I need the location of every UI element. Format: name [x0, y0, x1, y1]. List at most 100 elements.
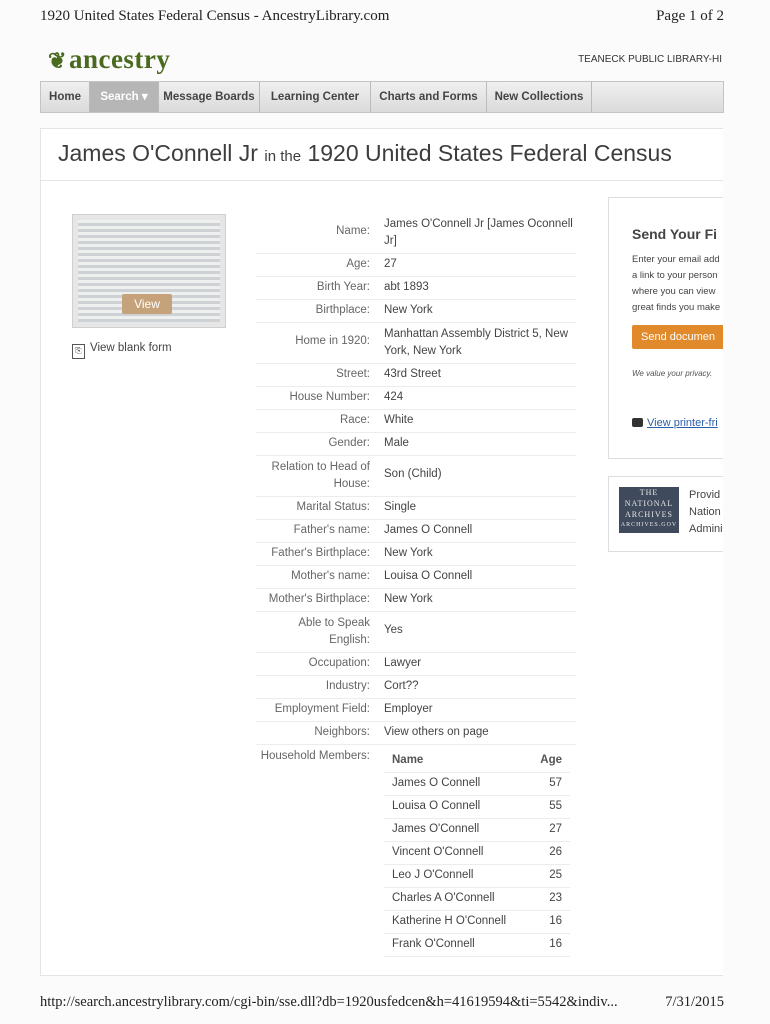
- member-name[interactable]: Katherine H O'Connell: [392, 915, 506, 927]
- send-to-email-panel: Send Your Fi Enter your email add a link…: [608, 197, 723, 459]
- field-value: Yes: [384, 624, 403, 636]
- nav-learning-center[interactable]: Learning Center: [260, 82, 371, 112]
- member-name[interactable]: James O'Connell: [392, 823, 479, 835]
- household-row[interactable]: James O Connell 57: [384, 773, 570, 796]
- national-archives-logo[interactable]: THE NATIONAL ARCHIVES ARCHIVES.GOV: [619, 487, 679, 533]
- nara-provider-panel: THE NATIONAL ARCHIVES ARCHIVES.GOV Provi…: [608, 476, 723, 552]
- member-age: 23: [549, 892, 562, 904]
- member-age: 16: [549, 938, 562, 950]
- member-name[interactable]: Louisa O Connell: [392, 800, 480, 812]
- send-document-button[interactable]: Send documen: [632, 325, 723, 349]
- field-value: Son (Child): [384, 468, 442, 480]
- field-value: abt 1893: [384, 281, 429, 293]
- member-age: 27: [549, 823, 562, 835]
- print-header: 1920 United States Federal Census - Ance…: [40, 8, 724, 25]
- household-row[interactable]: Frank O'Connell 16: [384, 934, 570, 957]
- view-blank-form-link[interactable]: ⎘ View blank form: [72, 342, 172, 359]
- field-value: Male: [384, 437, 409, 449]
- field-label: Employment Field:: [274, 703, 370, 715]
- field-value: Single: [384, 501, 416, 513]
- record-title: James O'Connell Jr in the 1920 United St…: [58, 140, 672, 167]
- household-col-name: Name: [392, 754, 424, 766]
- household-row[interactable]: Charles A O'Connell 23: [384, 888, 570, 911]
- nav-home[interactable]: Home: [41, 82, 90, 112]
- nara-logo-text: ARCHIVES: [624, 510, 673, 519]
- household-row[interactable]: Katherine H O'Connell 16: [384, 911, 570, 934]
- field-label: Neighbors:: [314, 726, 370, 738]
- household-table: Name Age James O Connell 57 Louisa O Conne…: [384, 750, 570, 957]
- nara-text: Provid: [689, 489, 721, 501]
- nav-charts-and-forms[interactable]: Charts and Forms: [371, 82, 487, 112]
- member-age: 16: [549, 915, 562, 927]
- send-panel-text: where you can view: [632, 286, 716, 297]
- field-label: Mother's Birthplace:: [268, 593, 370, 605]
- send-panel-text: a link to your person: [632, 270, 718, 281]
- field-value: Cort??: [384, 680, 419, 692]
- field-row-birthplace: Birthplace: New York: [256, 300, 576, 323]
- printer-link-label: View printer-fri: [647, 417, 718, 429]
- nara-text: Admini: [689, 523, 723, 535]
- field-row-race: Race: White: [256, 410, 576, 433]
- household-row[interactable]: James O'Connell 27: [384, 819, 570, 842]
- view-image-button[interactable]: View: [122, 294, 172, 314]
- member-name[interactable]: Leo J O'Connell: [392, 869, 473, 881]
- ancestry-logo[interactable]: ❦ancestry: [48, 44, 170, 75]
- member-name[interactable]: Vincent O'Connell: [392, 846, 483, 858]
- neighbors-link[interactable]: View others on page: [384, 726, 574, 738]
- field-value: Louisa O Connell: [384, 570, 473, 582]
- nara-logo-text: ARCHIVES.GOV: [620, 522, 678, 528]
- title-connector: in the: [264, 148, 302, 165]
- member-age: 57: [549, 777, 562, 789]
- field-row-speak-english: Able to Speak English: Yes: [256, 612, 576, 653]
- field-row-gender: Gender: Male: [256, 433, 576, 456]
- field-label: Marital Status:: [296, 501, 371, 513]
- field-row-name: Name: James O'Connell Jr [James Oconnell …: [256, 213, 576, 254]
- page-url: http://search.ancestrylibrary.com/cgi-bi…: [40, 994, 618, 1010]
- field-label: House Number:: [289, 391, 370, 403]
- page-number: Page 1 of 2: [656, 8, 724, 24]
- send-panel-title: Send Your Fi: [632, 226, 718, 242]
- print-title: 1920 United States Federal Census - Ance…: [40, 8, 390, 24]
- field-label: Mother's name:: [291, 570, 370, 582]
- field-row-mothers-birthplace: Mother's Birthplace: New York: [256, 589, 576, 612]
- household-label: Household Members:: [260, 750, 370, 762]
- member-name[interactable]: James O Connell: [392, 777, 480, 789]
- print-date: 7/31/2015: [665, 994, 724, 1010]
- field-label: Race:: [339, 414, 370, 426]
- privacy-note: We value your privacy.: [632, 369, 713, 378]
- field-row-employment-field: Employment Field: Employer: [256, 699, 576, 722]
- printer-icon: [632, 418, 643, 427]
- ancestry-leaf-icon: ❦: [48, 48, 67, 73]
- field-value: Employer: [384, 703, 433, 715]
- field-value: James O Connell: [384, 524, 473, 536]
- field-label: Able to Speak English:: [298, 617, 370, 646]
- field-label: Birthplace:: [315, 304, 370, 316]
- nav-search[interactable]: Search ▾: [90, 82, 159, 112]
- member-name[interactable]: Charles A O'Connell: [392, 892, 495, 904]
- nara-text: Nation: [689, 506, 721, 518]
- field-label: Age:: [346, 258, 370, 270]
- blank-form-label: View blank form: [90, 342, 172, 354]
- field-label: Industry:: [325, 680, 370, 692]
- nav-message-boards[interactable]: Message Boards: [159, 82, 260, 112]
- person-name: James O'Connell Jr: [58, 140, 258, 166]
- field-label: Father's name:: [293, 524, 370, 536]
- household-row[interactable]: Leo J O'Connell 25: [384, 865, 570, 888]
- household-row[interactable]: Vincent O'Connell 26: [384, 842, 570, 865]
- field-value: White: [384, 414, 414, 426]
- field-row-home-1920: Home in 1920: Manhattan Assembly District…: [256, 323, 576, 364]
- printer-friendly-link[interactable]: View printer-fri: [632, 417, 718, 429]
- field-row-fathers-birthplace: Father's Birthplace: New York: [256, 543, 576, 566]
- send-panel-text: great finds you make: [632, 302, 721, 313]
- logo-text: ancestry: [68, 44, 171, 74]
- library-name: TEANECK PUBLIC LIBRARY-HI: [578, 54, 722, 65]
- field-row-fathers-name: Father's name: James O Connell: [256, 520, 576, 543]
- nav-new-collections[interactable]: New Collections: [487, 82, 592, 112]
- field-row-birth-year: Birth Year: abt 1893: [256, 277, 576, 300]
- household-row[interactable]: Louisa O Connell 55: [384, 796, 570, 819]
- field-value: James O'Connell Jr [James Oconnell Jr]: [384, 218, 573, 247]
- field-value: 27: [384, 258, 397, 270]
- member-name[interactable]: Frank O'Connell: [392, 938, 475, 950]
- main-nav: Home Search ▾ Message Boards Learning Ce…: [40, 81, 724, 113]
- send-panel-text: Enter your email add: [632, 254, 720, 265]
